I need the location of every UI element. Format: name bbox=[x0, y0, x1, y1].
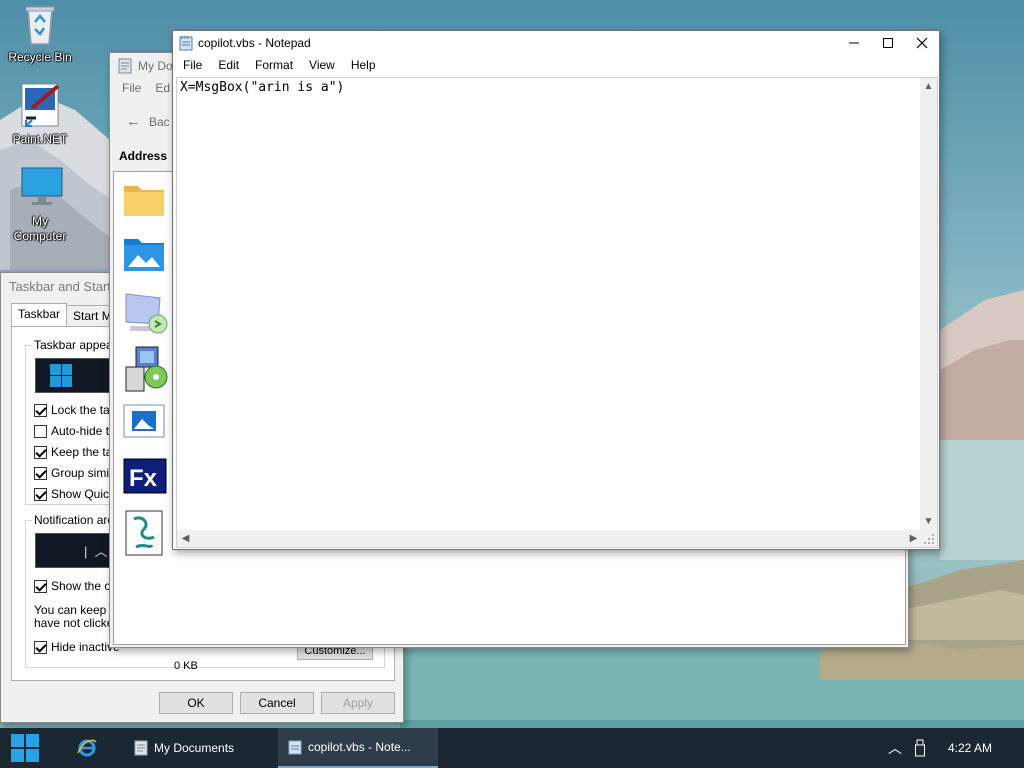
script-file-icon bbox=[125, 510, 163, 556]
task-label: My Documents bbox=[154, 741, 235, 755]
desktop-icon-paint-net[interactable]: Paint.NET bbox=[0, 82, 80, 147]
file-size-text: 0 KB bbox=[174, 660, 198, 672]
taskbar: My Documents copilot.vbs - Note... ︿ 4:2… bbox=[0, 728, 1024, 768]
remote-desktop-icon bbox=[125, 293, 168, 334]
option-hide-inactive[interactable]: Hide inactive bbox=[34, 640, 120, 654]
maximize-icon bbox=[883, 38, 893, 48]
notepad-window: copilot.vbs - Notepad File Edit Format V… bbox=[172, 30, 940, 550]
file-item-script[interactable] bbox=[122, 509, 168, 556]
cancel-button[interactable]: Cancel bbox=[240, 692, 314, 714]
folder-icon bbox=[124, 186, 164, 216]
desktop-icon-label: Paint.NET bbox=[12, 132, 68, 146]
windows-logo-icon bbox=[50, 364, 73, 387]
vertical-scrollbar[interactable]: ▲ ▼ bbox=[920, 78, 937, 530]
desktop-icon-label: Recycle Bin bbox=[8, 50, 72, 64]
dialog-tabs: Taskbar Start Me bbox=[11, 303, 126, 327]
option-show-quick-launch[interactable]: Show Quick bbox=[34, 487, 115, 501]
option-show-clock[interactable]: Show the clo bbox=[34, 579, 120, 593]
pictures-folder-icon bbox=[124, 239, 164, 271]
file-item-pictures[interactable] bbox=[122, 235, 168, 279]
notepad-menu-bar: File Edit Format View Help bbox=[173, 55, 939, 75]
ok-button[interactable]: OK bbox=[159, 692, 233, 714]
file-item-remote-desktop[interactable] bbox=[122, 290, 168, 334]
file-item-installer[interactable] bbox=[122, 345, 168, 392]
explorer-window-icon bbox=[118, 58, 132, 74]
info-line: have not clicked bbox=[34, 616, 121, 630]
monitor-icon bbox=[20, 166, 63, 206]
installer-icon bbox=[125, 346, 168, 392]
checkbox[interactable] bbox=[34, 403, 47, 417]
scroll-down-icon[interactable]: ▼ bbox=[920, 513, 937, 530]
option-label: Show Quick bbox=[51, 487, 116, 501]
notepad-content[interactable]: X=MsgBox("arin is a") bbox=[180, 80, 344, 95]
internet-explorer-icon bbox=[77, 739, 97, 757]
explorer-menu-bar: File Ed bbox=[122, 81, 170, 95]
back-button[interactable]: ← Bac bbox=[126, 113, 170, 130]
explorer-window-icon bbox=[134, 740, 148, 756]
taskbar-button-my-documents[interactable]: My Documents bbox=[124, 728, 274, 768]
maximize-button[interactable] bbox=[871, 31, 905, 55]
notepad-icon bbox=[179, 35, 193, 51]
desktop-icon-my-computer[interactable]: My Computer bbox=[0, 166, 80, 244]
usb-device-icon[interactable] bbox=[914, 739, 926, 757]
start-button[interactable] bbox=[0, 728, 50, 768]
notepad-icon bbox=[288, 740, 302, 755]
notification-info-text: You can keep th have not clicked bbox=[34, 604, 120, 630]
file-item-photos[interactable] bbox=[122, 401, 168, 445]
recycle-bin-icon bbox=[20, 2, 60, 45]
option-keep-on-top[interactable]: Keep the tas bbox=[34, 445, 118, 459]
minimize-button[interactable] bbox=[837, 31, 871, 55]
taskbar-button-notepad[interactable]: copilot.vbs - Note... bbox=[278, 728, 438, 768]
photos-app-icon bbox=[123, 404, 165, 438]
file-item-fx[interactable]: Fx bbox=[122, 456, 168, 500]
horizontal-scrollbar[interactable]: ◀ ▶ bbox=[177, 530, 922, 547]
fx-app-icon: Fx bbox=[123, 458, 167, 494]
resize-grip-icon[interactable] bbox=[920, 530, 937, 547]
menu-help[interactable]: Help bbox=[344, 55, 383, 75]
close-button[interactable] bbox=[905, 31, 939, 55]
chevron-up-icon: | ︿ bbox=[84, 544, 108, 559]
desktop-icon-label: My Computer bbox=[13, 214, 67, 243]
show-hidden-icons-chevron-icon[interactable]: ︿ bbox=[888, 738, 902, 758]
menu-file[interactable]: File bbox=[176, 55, 209, 75]
back-arrow-icon: ← bbox=[126, 113, 141, 130]
address-label: Address bbox=[119, 149, 168, 163]
notepad-text-area[interactable]: X=MsgBox("arin is a") ▲ ▼ ◀ ▶ bbox=[176, 77, 938, 548]
clock[interactable]: 4:22 AM bbox=[948, 741, 992, 755]
scroll-left-icon[interactable]: ◀ bbox=[177, 530, 194, 547]
checkbox[interactable] bbox=[34, 487, 47, 501]
minimize-icon bbox=[849, 42, 859, 44]
notepad-title: copilot.vbs - Notepad bbox=[198, 36, 311, 50]
close-icon bbox=[916, 37, 928, 49]
window-controls bbox=[837, 31, 939, 55]
checkbox[interactable] bbox=[34, 640, 47, 654]
svg-text:Fx: Fx bbox=[129, 465, 158, 492]
menu-file[interactable]: File bbox=[122, 81, 141, 95]
file-item-folder[interactable] bbox=[122, 180, 168, 224]
task-label: copilot.vbs - Note... bbox=[308, 740, 411, 754]
notepad-titlebar: copilot.vbs - Notepad bbox=[173, 31, 939, 55]
menu-edit[interactable]: Ed bbox=[155, 81, 170, 95]
desktop-icon-recycle-bin[interactable]: Recycle Bin bbox=[0, 2, 80, 65]
apply-button[interactable]: Apply bbox=[321, 692, 395, 714]
back-label: Bac bbox=[149, 114, 170, 129]
system-tray: ︿ 4:22 AM bbox=[888, 728, 1024, 768]
menu-view[interactable]: View bbox=[302, 55, 342, 75]
menu-edit[interactable]: Edit bbox=[211, 55, 246, 75]
checkbox[interactable] bbox=[34, 424, 47, 438]
tab-taskbar[interactable]: Taskbar bbox=[11, 303, 68, 327]
windows-logo-icon bbox=[11, 734, 39, 762]
scroll-up-icon[interactable]: ▲ bbox=[920, 78, 937, 95]
internet-explorer-button[interactable] bbox=[50, 728, 124, 768]
checkbox[interactable] bbox=[34, 466, 47, 480]
menu-format[interactable]: Format bbox=[248, 55, 300, 75]
checkbox[interactable] bbox=[34, 579, 47, 593]
checkbox[interactable] bbox=[34, 445, 47, 459]
paint-net-icon bbox=[20, 82, 60, 127]
